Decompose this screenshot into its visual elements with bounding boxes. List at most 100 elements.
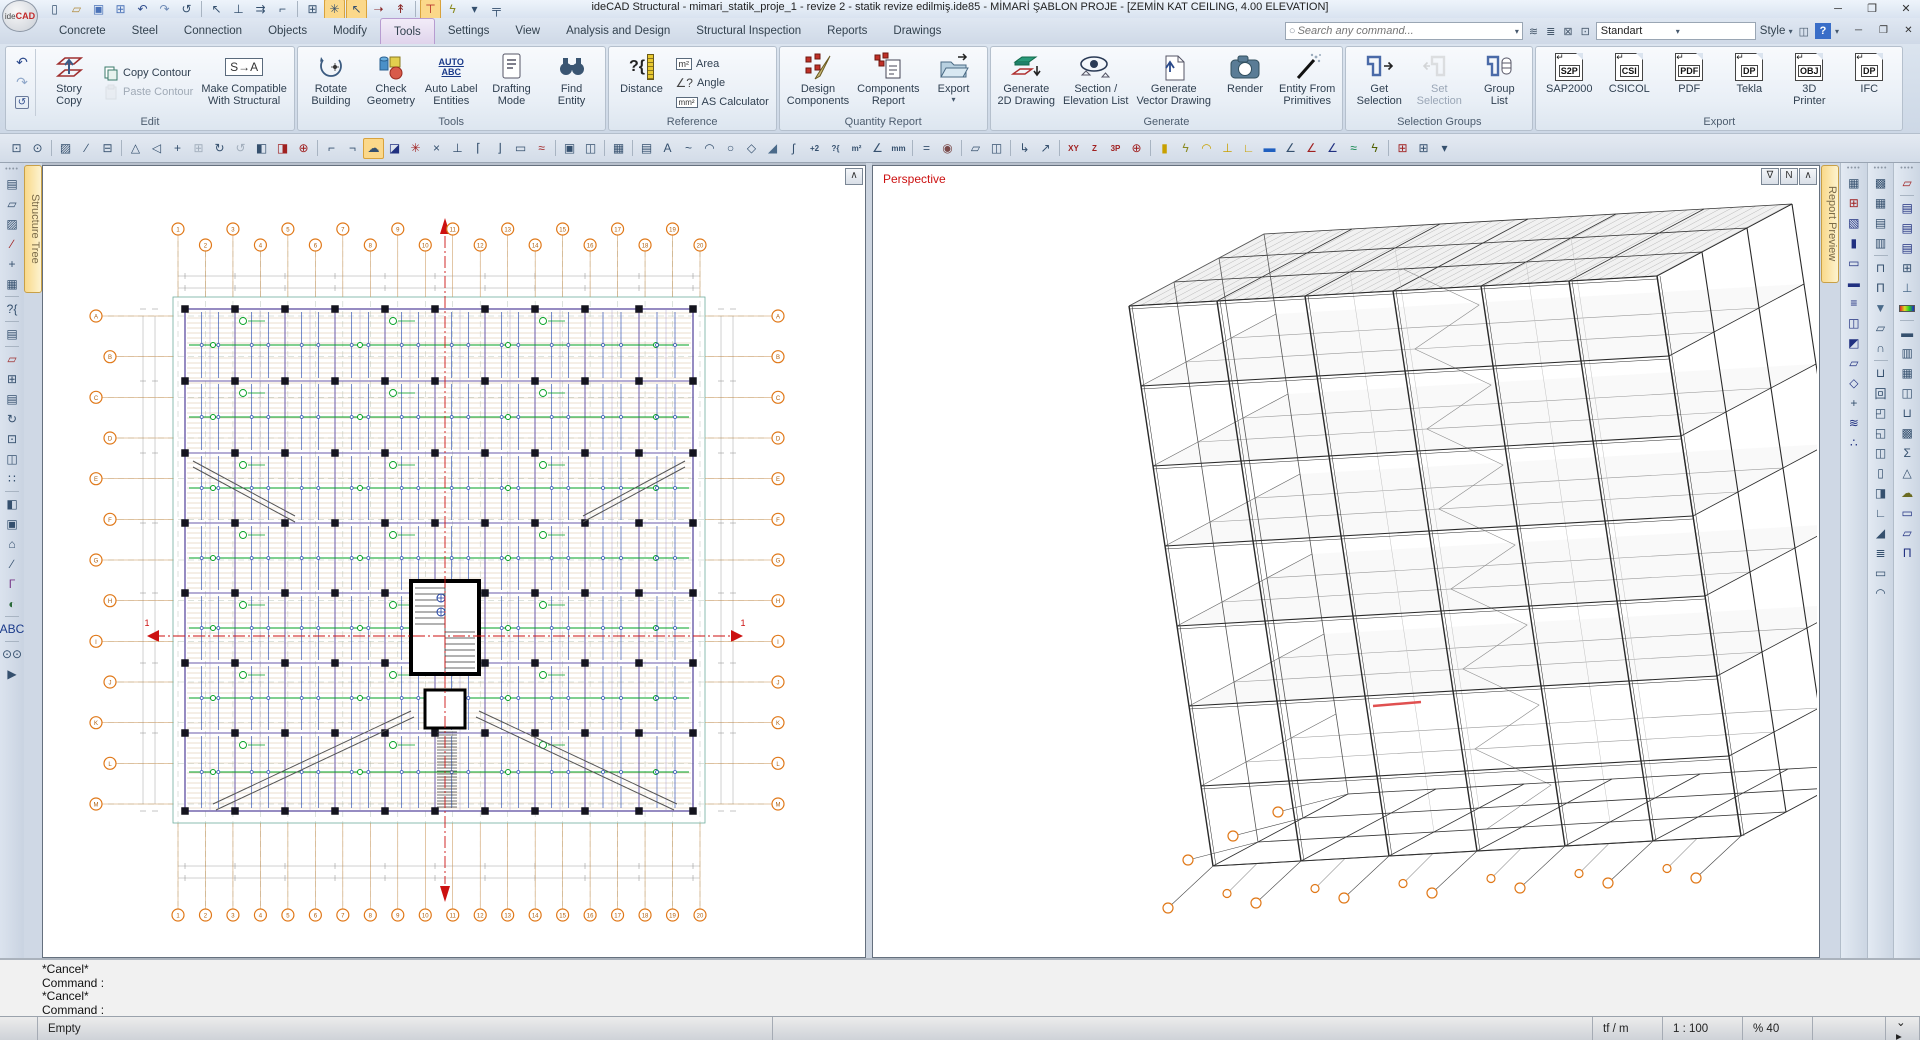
shear-diagram-icon[interactable]: ∠ (1301, 138, 1322, 159)
report-wall-icon[interactable]: ◫ (1897, 383, 1917, 403)
dropdown-arrow-icon[interactable]: ▾ (952, 95, 956, 104)
render-button[interactable]: Render (1215, 49, 1275, 116)
element-capital-icon[interactable]: ▼ (1871, 298, 1891, 318)
rainbow-legend-icon[interactable] (1897, 298, 1917, 318)
toolbar-grip[interactable]: •••• (5, 167, 19, 174)
child-minimize-button[interactable]: ─ (1851, 24, 1866, 38)
match-properties-icon[interactable]: ⊟ (97, 138, 118, 159)
auto-label-entities-button[interactable]: AUTOABCAuto LabelEntities (421, 49, 482, 116)
tab-view[interactable]: View (502, 18, 553, 44)
bolt-display-icon[interactable]: ϟ (1175, 138, 1196, 159)
dome-display-icon[interactable]: ◠ (1196, 138, 1217, 159)
report-copy-icon[interactable]: ▱ (1897, 173, 1917, 193)
element-column-icon[interactable]: Π (1871, 278, 1891, 298)
element-dome-icon[interactable]: ◠ (1871, 583, 1891, 603)
paint-objects-icon[interactable]: ◐ (2, 594, 22, 614)
find-tool-icon[interactable]: ⊙⊙ (2, 644, 22, 664)
plane-tool-icon[interactable]: ◧ (2, 494, 22, 514)
report-concrete-icon[interactable]: ▤ (1897, 218, 1917, 238)
move-icon[interactable]: + (167, 138, 188, 159)
table-select-icon[interactable]: ▦ (2, 274, 22, 294)
paste-contour-button[interactable]: Paste Contour (103, 83, 193, 101)
axis-orient-icon[interactable]: ↗ (1035, 138, 1056, 159)
report-beam-icon[interactable]: ▬ (1897, 323, 1917, 343)
report-slab-icon[interactable]: ▦ (1897, 363, 1917, 383)
rotate-copy-tool-icon[interactable]: ↻ (2, 409, 22, 429)
table-add-icon[interactable]: ⊞ (1392, 138, 1413, 159)
tab-modify[interactable]: Modify (320, 18, 380, 44)
structure-tree-tab[interactable]: Structure Tree (24, 165, 42, 293)
drafting-mode-button[interactable]: DraftingMode (482, 49, 542, 116)
polyline-icon[interactable]: ~ (678, 138, 699, 159)
report-steel-icon[interactable]: ▤ (1897, 238, 1917, 258)
report-column-icon[interactable]: ▥ (1897, 343, 1917, 363)
image-icon[interactable]: ▤ (636, 138, 657, 159)
element-opening-icon[interactable]: ▭ (1871, 563, 1891, 583)
slab-display-icon[interactable]: ▬ (1259, 138, 1280, 159)
report-tree-icon[interactable]: ⊥ (1897, 278, 1917, 298)
command-console[interactable]: *Cancel*Command :*Cancel*Command : (0, 958, 1920, 1016)
element-strip-icon[interactable]: ◰ (1871, 403, 1891, 423)
break-icon[interactable]: × (426, 138, 447, 159)
toolbar-grip[interactable]: •••• (1900, 166, 1914, 173)
revision-cloud-icon[interactable]: ☁ (363, 138, 384, 159)
entity-from-primitives-button[interactable]: Entity FromPrimitives (1275, 49, 1339, 116)
measure-compass-icon[interactable]: △ (125, 138, 146, 159)
tab-drawings[interactable]: Drawings (880, 18, 954, 44)
minimize-button[interactable]: ─ (1830, 2, 1846, 16)
fillet-icon[interactable]: ⌈ (468, 138, 489, 159)
mirror-axis-icon[interactable]: ◨ (272, 138, 293, 159)
area-button[interactable]: m²Area (676, 55, 769, 73)
tab-concrete[interactable]: Concrete (46, 18, 119, 44)
element-pile-icon[interactable]: ◫ (1871, 443, 1891, 463)
angle-button[interactable]: ∠?Angle (676, 74, 769, 92)
tab-reports[interactable]: Reports (814, 18, 880, 44)
status-collapse-buttons[interactable]: ⌄ ▸ (1886, 1017, 1920, 1040)
as-calculator-button[interactable]: mm²AS Calculator (676, 93, 769, 111)
layer-list-icon[interactable]: ≋ (1527, 25, 1540, 38)
report-quantity-icon[interactable]: Σ (1897, 443, 1917, 463)
element-shearwall-icon[interactable]: ◨ (1871, 483, 1891, 503)
view-north-button[interactable]: N (1780, 168, 1798, 185)
element-beam-icon[interactable]: ⊓ (1871, 258, 1891, 278)
toolbar-collapse-icon[interactable]: ▶ (2, 664, 22, 684)
make-compatible-button[interactable]: S→AMake CompatibleWith Structural (197, 49, 291, 116)
layer-stack-icon[interactable]: ≣ (1544, 25, 1557, 38)
select-region-icon[interactable]: ▭ (510, 138, 531, 159)
child-restore-button[interactable]: ❐ (1876, 24, 1891, 38)
report-column2-icon[interactable]: Π (1897, 543, 1917, 563)
element-frame-icon[interactable]: ∩ (1871, 338, 1891, 358)
group-list-button[interactable]: GroupList (1469, 49, 1529, 116)
circle-icon[interactable]: ○ (720, 138, 741, 159)
edit-entity-icon[interactable]: ∕ (2, 234, 22, 254)
export-report-button[interactable]: Export▾ (924, 49, 984, 116)
move-copy-icon[interactable]: ⊞ (188, 138, 209, 159)
perspective-3d-drawing[interactable] (873, 166, 1817, 955)
tab-steel[interactable]: Steel (119, 18, 171, 44)
run-analysis-icon[interactable]: ϟ (1364, 138, 1385, 159)
element-stair-icon[interactable]: ≣ (1871, 543, 1891, 563)
auto-label-tool-icon[interactable]: ABC (2, 619, 22, 639)
view-up-button[interactable]: ∧ (1799, 168, 1817, 185)
zoom-realtime-icon[interactable]: ⊙ (27, 138, 48, 159)
export-csicol-button[interactable]: ↵CSICSICOL (1599, 49, 1659, 116)
style-dropdown[interactable]: Style ▾ (1760, 25, 1793, 37)
undo-list-button[interactable]: ↺ (12, 94, 32, 112)
edit-section-icon[interactable]: ▧ (1844, 213, 1864, 233)
select-similar-icon[interactable]: ▨ (2, 214, 22, 234)
snap-perp-icon[interactable]: ⊥ (447, 138, 468, 159)
report-footing-icon[interactable]: ⊔ (1897, 403, 1917, 423)
polygon-icon[interactable]: ◇ (741, 138, 762, 159)
rotate-view-icon[interactable]: ◁ (146, 138, 167, 159)
properties-panel-icon[interactable]: ▤ (2, 174, 22, 194)
idecad-logo[interactable]: ideCAD (2, 0, 38, 32)
plan-viewport[interactable]: 1112345678910111213141516171819201234567… (42, 165, 866, 958)
hatch-fill-icon[interactable]: ◢ (762, 138, 783, 159)
layer-off-icon[interactable]: ⊠ (1561, 25, 1574, 38)
coord-z-icon[interactable]: Z (1084, 138, 1105, 159)
distance-tool-icon[interactable]: ?{ (2, 299, 22, 319)
help-button[interactable]: ? (1815, 23, 1831, 39)
edit-stair-icon[interactable]: ≋ (1844, 413, 1864, 433)
tab-objects[interactable]: Objects (255, 18, 320, 44)
check-geometry-button[interactable]: CheckGeometry (361, 49, 421, 116)
